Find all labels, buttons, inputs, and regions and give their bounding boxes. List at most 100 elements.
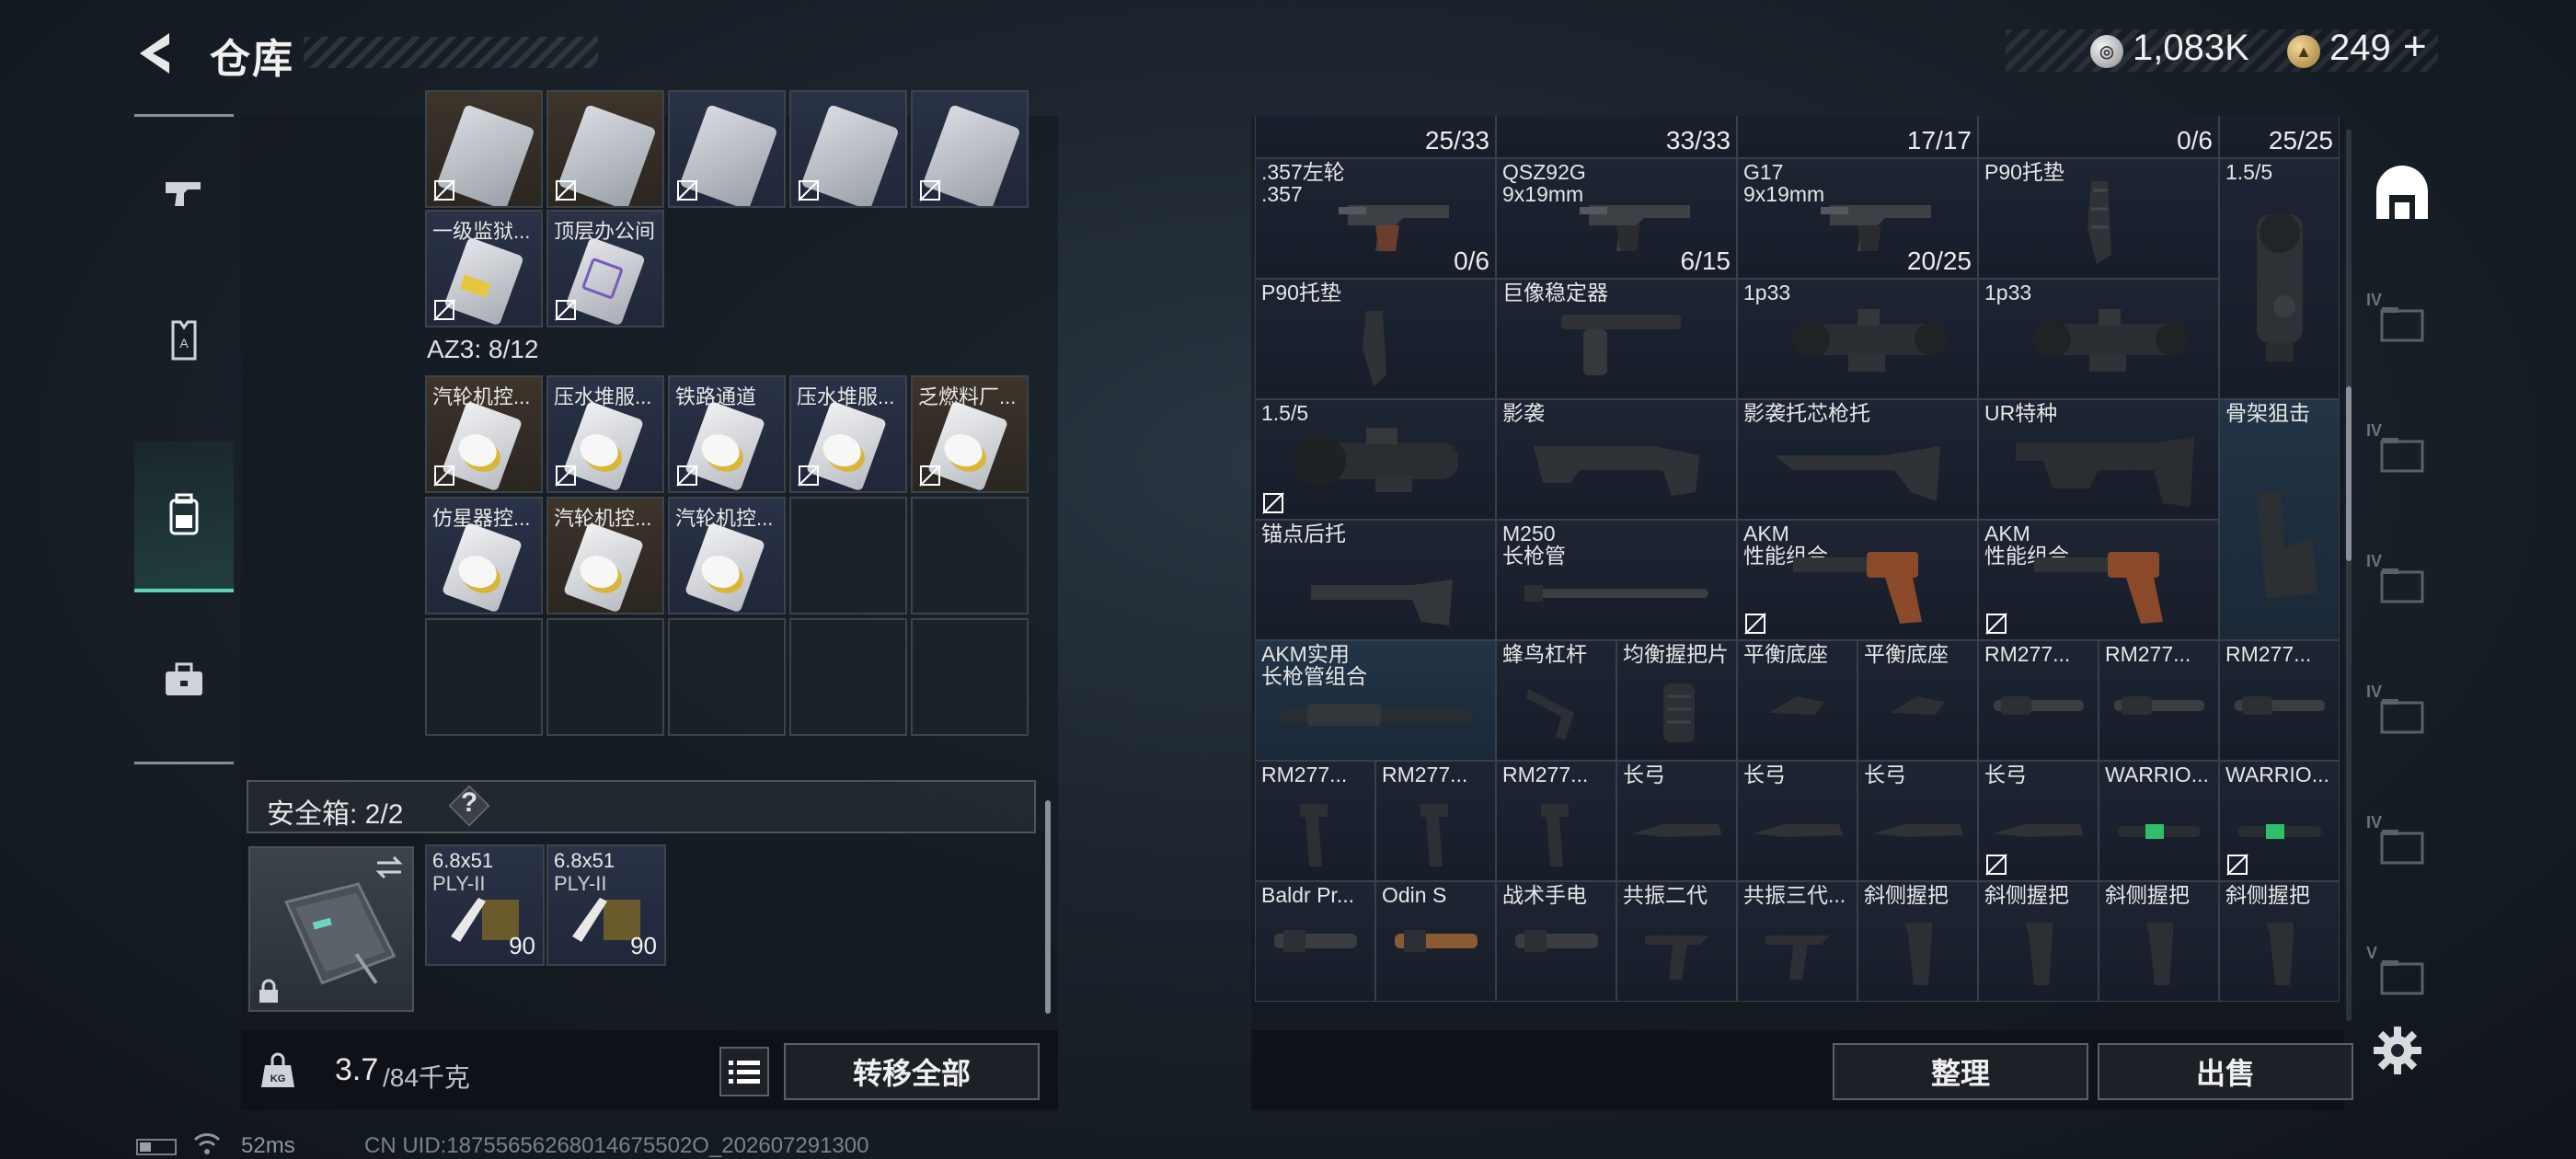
attachment-item[interactable]: 斜侧握把: [1857, 881, 1978, 1002]
key-card-item[interactable]: [911, 90, 1029, 208]
tab-toolbox[interactable]: [134, 607, 234, 754]
sort-button[interactable]: 整理: [1833, 1043, 2088, 1100]
key-card-item[interactable]: [546, 90, 664, 208]
transfer-all-button[interactable]: 转移全部: [784, 1043, 1040, 1100]
attachment-item[interactable]: 长弓: [1857, 761, 1978, 881]
empty-slot[interactable]: [425, 618, 543, 736]
attachment-item[interactable]: 长弓: [1737, 761, 1857, 881]
attachment-item[interactable]: 平衡底座: [1857, 640, 1978, 761]
empty-slot[interactable]: [911, 497, 1029, 614]
attachment-item[interactable]: WARRIO...: [2219, 761, 2340, 881]
key-card-item[interactable]: 汽轮机控...: [425, 375, 543, 493]
attachment-item[interactable]: RM277...: [2219, 640, 2340, 761]
attachment-item[interactable]: UR特种: [1978, 399, 2219, 520]
page-title: 仓库: [210, 37, 294, 82]
attachment-item[interactable]: 影袭: [1496, 399, 1737, 520]
attachment-item[interactable]: RM277...: [1496, 761, 1616, 881]
item-label: RM277...: [1984, 643, 2071, 666]
list-view-button[interactable]: [719, 1047, 769, 1096]
empty-slot[interactable]: [789, 497, 907, 614]
attachment-item[interactable]: Baldr Pr...: [1255, 881, 1375, 1002]
attachment-item[interactable]: 影袭托芯枪托: [1737, 399, 1978, 520]
attachment-item[interactable]: 蜂鸟杠杆: [1496, 640, 1616, 761]
tab-armor[interactable]: A: [134, 267, 234, 414]
attachment-item[interactable]: RM277...: [1978, 640, 2099, 761]
scrollbar[interactable]: [1045, 800, 1051, 1014]
empty-slot[interactable]: [546, 618, 664, 736]
key-card-item[interactable]: 压水堆服...: [546, 375, 664, 493]
weapon-item[interactable]: 25/33: [1255, 116, 1496, 158]
key-card-item[interactable]: 压水堆服...: [789, 375, 907, 493]
weapon-item[interactable]: 33/33: [1496, 116, 1737, 158]
tab-storage-4[interactable]: IV: [2361, 659, 2444, 769]
attachment-item[interactable]: 共振二代: [1616, 881, 1737, 1002]
attachment-item[interactable]: 长弓: [1616, 761, 1737, 881]
safebox-item[interactable]: 6.8x51 PLY-II 90: [425, 844, 545, 966]
empty-slot[interactable]: [668, 618, 786, 736]
key-card-item[interactable]: [789, 90, 907, 208]
attachment-item[interactable]: P90托垫: [1255, 279, 1496, 399]
sell-button[interactable]: 出售: [2098, 1043, 2353, 1100]
tab-storage-2[interactable]: IV: [2361, 397, 2444, 508]
attachment-item[interactable]: 战术手电: [1496, 881, 1616, 1002]
back-button[interactable]: [129, 26, 184, 81]
tab-backpack[interactable]: [134, 442, 234, 592]
attachment-item[interactable]: 1p33: [1978, 279, 2219, 399]
attachment-item[interactable]: RM277...: [1375, 761, 1496, 881]
empty-slot[interactable]: [911, 618, 1029, 736]
attachment-item[interactable]: 长弓: [1978, 761, 2099, 881]
settings-gear-icon[interactable]: [2372, 1025, 2423, 1076]
attachment-item[interactable]: AKM实用 长枪管组合: [1255, 640, 1496, 761]
user-uid: CN UID:18755656268014675502O_20260729130…: [364, 1133, 869, 1158]
attachment-item[interactable]: 斜侧握把: [2219, 881, 2340, 1002]
attachment-item[interactable]: 均衡握把片: [1616, 640, 1737, 761]
attachment-item[interactable]: RM277...: [2099, 640, 2219, 761]
attachment-item[interactable]: 巨像稳定器: [1496, 279, 1737, 399]
attachment-item[interactable]: P90托垫: [1978, 158, 2219, 279]
add-gold-button[interactable]: +: [2403, 24, 2427, 70]
attachment-item[interactable]: 斜侧握把: [2099, 881, 2219, 1002]
key-card-item[interactable]: [668, 90, 786, 208]
weapon-item[interactable]: 25/25: [2219, 116, 2340, 158]
item-label: 压水堆服...: [797, 385, 895, 408]
attachment-item[interactable]: RM277...: [1255, 761, 1375, 881]
safebox-case-slot[interactable]: [248, 846, 414, 1012]
tab-storage-3[interactable]: IV: [2361, 528, 2444, 638]
attachment-item[interactable]: M250 长枪管: [1496, 520, 1737, 640]
item-count: 17/17: [1906, 126, 1972, 155]
key-card-item[interactable]: 乏燃料厂...: [911, 375, 1029, 493]
scope-item[interactable]: 1.5/5: [1255, 399, 1496, 520]
weapon-item[interactable]: .357左轮 .357 0/6: [1255, 158, 1496, 279]
key-card-item[interactable]: [425, 90, 543, 208]
attachment-item[interactable]: 1p33: [1737, 279, 1978, 399]
tab-storage-1[interactable]: IV: [2361, 267, 2444, 377]
attachment-item[interactable]: 锚点后托: [1255, 520, 1496, 640]
key-card-item[interactable]: 顶层办公间: [546, 210, 664, 327]
key-card-item[interactable]: 仿星器控...: [425, 497, 543, 614]
attachment-item[interactable]: AKM 性能组合: [1737, 520, 1978, 640]
attachment-item[interactable]: 平衡底座: [1737, 640, 1857, 761]
scrollbar-track: [2346, 129, 2352, 1021]
attachment-item[interactable]: 骨架狙击: [2219, 399, 2340, 640]
weapon-item[interactable]: QSZ92G 9x19mm 6/15: [1496, 158, 1737, 279]
tab-storage-6[interactable]: V: [2361, 920, 2444, 1030]
empty-slot[interactable]: [789, 618, 907, 736]
safebox-item[interactable]: 6.8x51 PLY-II 90: [546, 844, 666, 966]
attachment-item[interactable]: 斜侧握把: [1978, 881, 2099, 1002]
scope-item[interactable]: 1.5/5: [2219, 158, 2340, 399]
tab-storage-home[interactable]: [2361, 138, 2444, 248]
key-card-item[interactable]: 铁路通道: [668, 375, 786, 493]
scrollbar[interactable]: [2346, 386, 2352, 561]
attachment-item[interactable]: 共振三代...: [1737, 881, 1857, 1002]
weapon-item[interactable]: G17 9x19mm 20/25: [1737, 158, 1978, 279]
attachment-item[interactable]: Odin S: [1375, 881, 1496, 1002]
weapon-item[interactable]: 17/17: [1737, 116, 1978, 158]
attachment-item[interactable]: WARRIO...: [2099, 761, 2219, 881]
attachment-item[interactable]: AKM 性能组合: [1978, 520, 2219, 640]
tab-storage-5[interactable]: IV: [2361, 789, 2444, 900]
key-card-item[interactable]: 汽轮机控...: [546, 497, 664, 614]
key-card-item[interactable]: 一级监狱...: [425, 210, 543, 327]
tab-weapon[interactable]: [134, 120, 234, 267]
key-card-item[interactable]: 汽轮机控...: [668, 497, 786, 614]
weapon-item[interactable]: 0/6: [1978, 116, 2219, 158]
